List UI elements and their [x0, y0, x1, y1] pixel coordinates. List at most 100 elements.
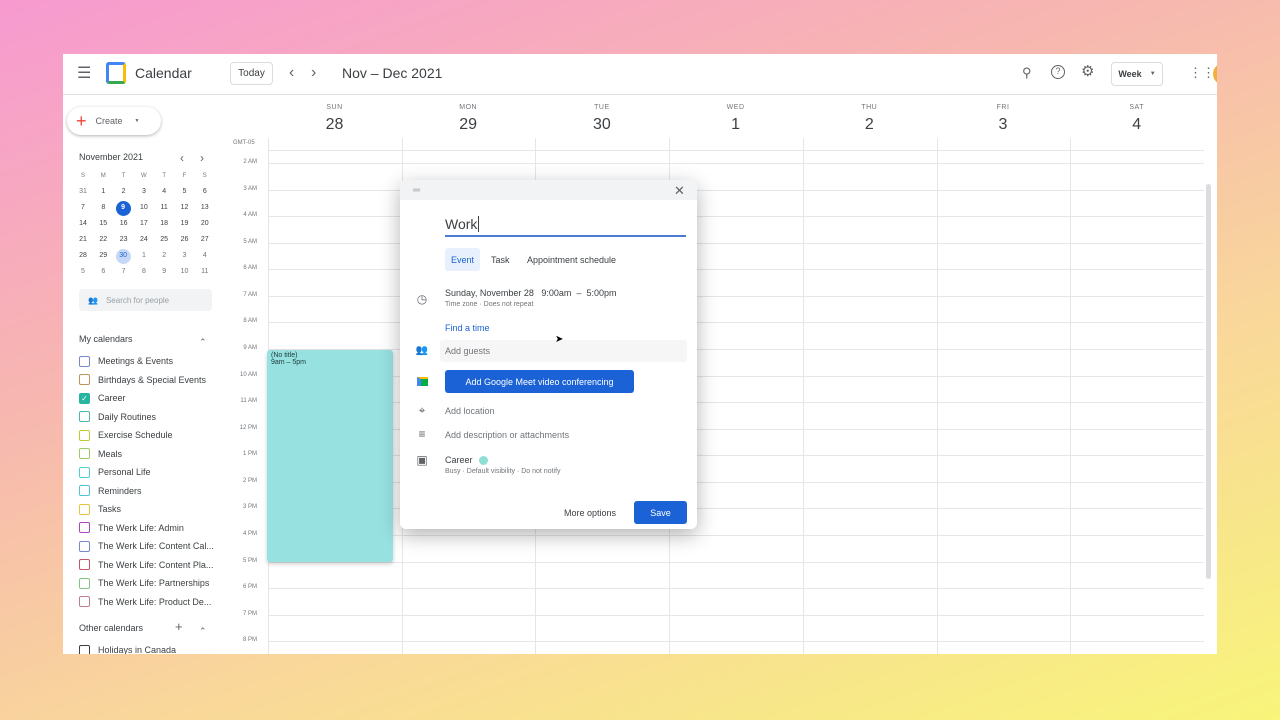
calendar-selector[interactable]: Career — [445, 455, 488, 465]
scrollbar[interactable] — [1206, 184, 1211, 579]
mini-day[interactable]: 20 — [195, 217, 215, 231]
mini-day[interactable]: 11 — [195, 265, 215, 279]
mini-day[interactable]: 26 — [175, 233, 195, 247]
day-date[interactable]: 4 — [1070, 116, 1203, 134]
mini-next-icon[interactable]: › — [200, 150, 204, 166]
mini-day[interactable]: 4 — [195, 249, 215, 263]
find-time-link[interactable]: Find a time — [445, 323, 490, 333]
view-selector[interactable]: Week ▼ — [1111, 62, 1163, 86]
day-header[interactable]: THU 2 — [803, 104, 936, 134]
checkbox[interactable] — [79, 448, 90, 459]
checkbox[interactable] — [79, 577, 90, 589]
calendar-item[interactable]: Personal Life — [79, 463, 151, 481]
search-people-input[interactable]: 👥 Search for people — [79, 289, 212, 311]
mini-day[interactable]: 22 — [93, 233, 113, 247]
calendar-item[interactable]: The Werk Life: Content Pla... — [79, 556, 213, 574]
mini-day[interactable]: 12 — [175, 201, 195, 215]
chevron-right-icon[interactable]: › — [311, 65, 316, 81]
mini-day[interactable]: 4 — [154, 185, 174, 199]
calendar-item[interactable]: Exercise Schedule — [79, 426, 173, 444]
save-button[interactable]: Save — [634, 501, 687, 524]
date-time-row[interactable]: Sunday, November 28 9:00am – 5:00pm — [445, 288, 617, 298]
mini-day[interactable]: 31 — [73, 185, 93, 199]
add-meet-button[interactable]: Add Google Meet video conferencing — [445, 370, 634, 393]
mini-day[interactable]: 24 — [134, 233, 154, 247]
checked-checkbox[interactable]: ✓ — [79, 392, 90, 404]
calendar-item[interactable]: Birthdays & Special Events — [79, 371, 206, 389]
day-date[interactable]: 29 — [402, 116, 535, 134]
mini-day[interactable]: 30 — [115, 249, 131, 264]
checkbox[interactable] — [79, 644, 90, 654]
recurrence-text[interactable]: Time zone · Does not repeat — [445, 301, 533, 308]
mini-day[interactable]: 27 — [195, 233, 215, 247]
close-icon[interactable]: ✕ — [674, 183, 685, 199]
mini-day[interactable]: 1 — [134, 249, 154, 263]
mini-day[interactable]: 8 — [134, 265, 154, 279]
search-icon[interactable]: ⚲ — [1022, 65, 1032, 81]
start-time[interactable]: 9:00am — [541, 288, 571, 298]
day-date[interactable]: 28 — [268, 116, 401, 134]
chevron-left-icon[interactable]: ‹ — [289, 65, 294, 81]
calendar-item[interactable]: The Werk Life: Content Cal... — [79, 537, 214, 555]
create-button[interactable]: + Create ▼ — [67, 107, 161, 135]
mini-day[interactable]: 29 — [93, 249, 113, 263]
calendar-item[interactable]: Tasks — [79, 500, 121, 518]
day-header[interactable]: MON 29 — [402, 104, 535, 134]
event-date[interactable]: Sunday, November 28 — [445, 288, 534, 298]
mini-day[interactable]: 2 — [154, 249, 174, 263]
my-calendars-title[interactable]: My calendars — [79, 334, 133, 344]
mini-day[interactable]: 10 — [175, 265, 195, 279]
mini-day[interactable]: 13 — [195, 201, 215, 215]
checkbox[interactable] — [79, 596, 90, 607]
day-header[interactable]: SAT 4 — [1070, 104, 1203, 134]
menu-icon[interactable]: ☰ — [77, 66, 91, 82]
event-block[interactable]: (No title) 9am – 5pm — [267, 350, 393, 562]
checkbox[interactable] — [79, 485, 90, 496]
other-calendars-title[interactable]: Other calendars — [79, 623, 143, 633]
mini-day[interactable]: 19 — [175, 217, 195, 231]
mini-day[interactable]: 18 — [154, 217, 174, 231]
calendar-item[interactable]: Reminders — [79, 482, 142, 500]
add-location-input[interactable]: Add location — [445, 406, 495, 416]
day-header[interactable]: TUE 30 — [535, 104, 668, 134]
more-options-button[interactable]: More options — [564, 508, 616, 518]
mini-day[interactable]: 23 — [114, 233, 134, 247]
day-header[interactable]: FRI 3 — [937, 104, 1070, 134]
calendar-item[interactable]: Daily Routines — [79, 408, 156, 426]
mini-day[interactable]: 11 — [154, 201, 174, 215]
mini-day[interactable]: 7 — [114, 265, 134, 279]
dialog-drag-handle[interactable] — [400, 180, 697, 200]
day-date[interactable]: 3 — [937, 116, 1070, 134]
mini-day[interactable]: 21 — [73, 233, 93, 247]
checkbox[interactable] — [79, 355, 90, 367]
help-icon[interactable]: ? — [1051, 65, 1065, 79]
mini-day[interactable]: 5 — [73, 265, 93, 279]
checkbox[interactable] — [79, 559, 90, 570]
calendar-item[interactable]: The Werk Life: Product De... — [79, 593, 211, 611]
checkbox[interactable] — [79, 522, 90, 533]
day-header[interactable]: WED 1 — [669, 104, 802, 134]
mini-day[interactable]: 9 — [115, 201, 131, 216]
mini-day[interactable]: 9 — [154, 265, 174, 279]
day-header[interactable]: SUN 28 — [268, 104, 401, 134]
calendar-item[interactable]: ✓ Career — [79, 389, 126, 407]
checkbox[interactable] — [79, 411, 90, 422]
end-time[interactable]: 5:00pm — [586, 288, 616, 298]
mini-day[interactable]: 7 — [73, 201, 93, 215]
today-button[interactable]: Today — [230, 62, 273, 85]
add-guests-input[interactable]: Add guests — [440, 340, 687, 362]
calendar-item[interactable]: Meetings & Events — [79, 352, 173, 370]
mini-day[interactable]: 2 — [114, 185, 134, 199]
mini-day[interactable]: 28 — [73, 249, 93, 263]
mini-day[interactable]: 6 — [93, 265, 113, 279]
mini-day[interactable]: 6 — [195, 185, 215, 199]
add-description-input[interactable]: Add description or attachments — [445, 430, 569, 440]
mini-day[interactable]: 5 — [175, 185, 195, 199]
add-calendar-icon[interactable]: + — [175, 619, 183, 635]
checkbox[interactable] — [79, 466, 90, 478]
tab-event[interactable]: Event — [445, 248, 480, 271]
title-input[interactable]: Work — [445, 216, 686, 237]
mini-day[interactable]: 8 — [93, 201, 113, 215]
mini-day[interactable]: 25 — [154, 233, 174, 247]
tab-task[interactable]: Task — [491, 255, 510, 265]
